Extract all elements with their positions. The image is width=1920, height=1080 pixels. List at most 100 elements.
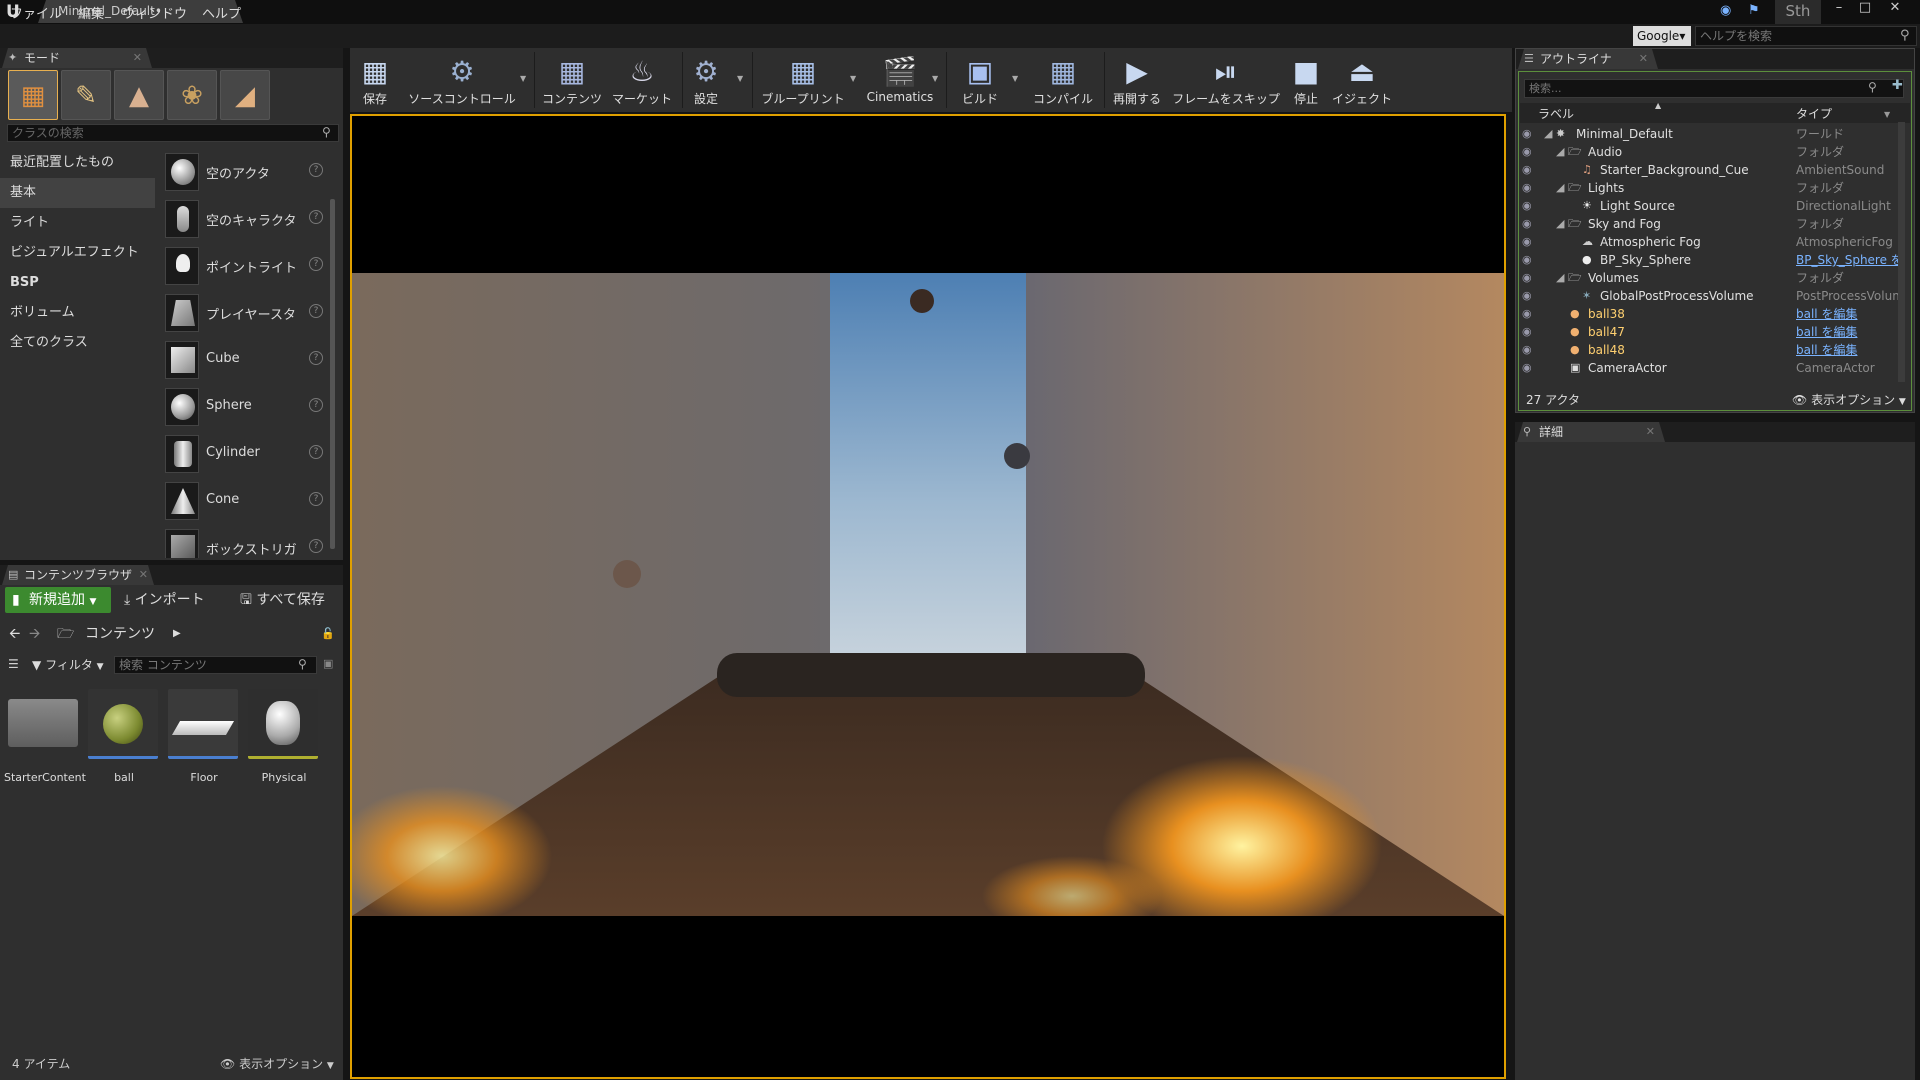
help-search-input[interactable]: ヘルプを検索 <box>1695 26 1917 46</box>
place-list-scrollbar[interactable] <box>330 199 335 549</box>
edit-blueprint-link[interactable]: ball を編集 <box>1796 323 1906 341</box>
help-icon[interactable]: ? <box>309 304 323 318</box>
outliner-row[interactable]: ◉ ● ball38 ball を編集 <box>1520 305 1912 323</box>
mode-paint-button[interactable]: ✎ <box>61 70 111 120</box>
eye-icon[interactable]: ◉ <box>1522 215 1532 233</box>
eye-icon[interactable]: ◉ <box>1522 305 1532 323</box>
tab-content-browser[interactable]: ▤ コンテンツブラウザ ✕ <box>2 565 154 585</box>
chevron-down-icon[interactable]: ▼ <box>520 74 526 83</box>
resume-button[interactable]: ▶ 再開する <box>1108 48 1166 112</box>
chevron-down-icon[interactable]: ▼ <box>737 74 743 83</box>
mode-foliage-button[interactable]: ❀ <box>167 70 217 120</box>
restore-button[interactable]: □ <box>1852 0 1878 20</box>
view-options-button[interactable]: 👁 表示オプション ▼ <box>1792 391 1906 408</box>
category-bsp[interactable]: BSP <box>0 268 155 298</box>
expand-arrow-icon[interactable]: ◢ <box>1556 218 1568 230</box>
outliner-search-input[interactable]: 検索... <box>1524 79 1904 98</box>
place-item-empty-actor[interactable]: 空のアクタ? <box>162 150 325 195</box>
help-icon[interactable]: ? <box>309 445 323 459</box>
eye-icon[interactable]: ◉ <box>1522 359 1532 377</box>
chevron-down-icon[interactable]: ▼ <box>850 74 856 83</box>
menu-edit[interactable]: 編集 <box>78 3 104 22</box>
outliner-row[interactable]: ◉ ▣ CameraActor CameraActor <box>1520 359 1912 377</box>
help-icon[interactable]: ? <box>309 398 323 412</box>
category-visual-effects[interactable]: ビジュアルエフェクト <box>0 238 155 268</box>
cinematics-button[interactable]: 🎬 Cinematics <box>862 48 938 112</box>
outliner-row[interactable]: ◉ ◢ ✸ Minimal_Default ワールド <box>1520 125 1912 143</box>
place-item-sphere[interactable]: Sphere? <box>162 385 325 430</box>
help-icon[interactable]: ? <box>309 210 323 224</box>
menu-window[interactable]: ウィンドウ <box>122 3 187 22</box>
edit-blueprint-link[interactable]: ball を編集 <box>1796 341 1906 359</box>
view-options-button[interactable]: 👁 表示オプション ▼ <box>220 1055 334 1072</box>
close-icon[interactable]: ✕ <box>139 565 148 585</box>
search-icon[interactable]: ⚲ <box>1868 80 1877 94</box>
eye-icon[interactable]: ◉ <box>1522 161 1532 179</box>
chat-icon[interactable]: ◉ <box>1720 3 1731 18</box>
outliner-row[interactable]: ◉ ◢ 🗁 Sky and Fog フォルダ <box>1520 215 1912 233</box>
chevron-right-icon[interactable]: ▶ <box>173 621 181 647</box>
outliner-row[interactable]: ◉ ● BP_Sky_Sphere BP_Sky_Sphere を <box>1520 251 1912 269</box>
edit-blueprint-link[interactable]: ball を編集 <box>1796 305 1906 323</box>
place-item-empty-character[interactable]: 空のキャラクタ? <box>162 197 325 242</box>
mode-geometry-button[interactable]: ◢ <box>220 70 270 120</box>
minimize-button[interactable]: – <box>1826 0 1852 20</box>
eye-icon[interactable]: ◉ <box>1522 233 1532 251</box>
close-icon[interactable]: ✕ <box>1639 49 1648 69</box>
outliner-row[interactable]: ◉ ✶ GlobalPostProcessVolume PostProcessVolu… <box>1520 287 1912 305</box>
content-button[interactable]: ▦ コンテンツ <box>540 48 604 112</box>
mode-landscape-button[interactable]: ▲ <box>114 70 164 120</box>
chevron-down-icon[interactable]: ▼ <box>1012 74 1018 83</box>
column-label-header[interactable]: ラベル <box>1538 105 1574 122</box>
tab-details[interactable]: ⚲ 詳細 ✕ <box>1517 422 1665 442</box>
outliner-row[interactable]: ◉ ◢ 🗁 Audio フォルダ <box>1520 143 1912 161</box>
search-icon[interactable]: ⚲ <box>1900 28 1910 43</box>
place-item-box-trigger[interactable]: ボックストリガ? <box>162 526 325 558</box>
expand-arrow-icon[interactable]: ◢ <box>1556 146 1568 158</box>
help-icon[interactable]: ? <box>309 163 323 177</box>
search-icon[interactable]: ⚲ <box>322 125 331 139</box>
eye-icon[interactable]: ◉ <box>1522 197 1532 215</box>
category-lights[interactable]: ライト <box>0 208 155 238</box>
place-item-cube[interactable]: Cube? <box>162 338 325 383</box>
level-viewport[interactable] <box>350 114 1506 1079</box>
forward-arrow-icon[interactable]: 🡪 <box>29 621 40 647</box>
close-icon[interactable]: ✕ <box>1646 422 1655 442</box>
back-arrow-icon[interactable]: 🡨 <box>9 621 20 647</box>
notification-icon[interactable]: ⚑ <box>1748 3 1760 18</box>
expand-arrow-icon[interactable]: ◢ <box>1544 128 1556 140</box>
sources-toggle-icon[interactable]: ☰ <box>8 657 19 671</box>
outliner-row[interactable]: ◉ ♫ Starter_Background_Cue AmbientSound <box>1520 161 1912 179</box>
category-volumes[interactable]: ボリューム <box>0 298 155 328</box>
expand-arrow-icon[interactable]: ◢ <box>1556 272 1568 284</box>
save-all-button[interactable]: 🖫 すべて保存 <box>240 587 325 613</box>
close-button[interactable]: ✕ <box>1882 0 1908 20</box>
blueprints-button[interactable]: ▦ ブループリント <box>758 48 848 112</box>
outliner-row[interactable]: ◉ ◢ 🗁 Volumes フォルダ <box>1520 269 1912 287</box>
source-control-button[interactable]: ⚙ ソースコントロール <box>406 48 518 112</box>
search-icon[interactable]: ⚲ <box>298 657 307 671</box>
place-item-cone[interactable]: Cone? <box>162 479 325 524</box>
filter-dropdown[interactable]: ▼ フィルタ ▼ <box>32 656 104 676</box>
asset-physical[interactable]: Physical <box>248 689 320 785</box>
eye-icon[interactable]: ◉ <box>1522 269 1532 287</box>
outliner-row[interactable]: ◉ ☁ Atmospheric Fog AtmosphericFog <box>1520 233 1912 251</box>
category-all-classes[interactable]: 全てのクラス <box>0 328 155 358</box>
outliner-scrollbar[interactable] <box>1898 122 1905 382</box>
mode-place-button[interactable]: ▦ <box>8 70 58 120</box>
eye-icon[interactable]: ◉ <box>1522 251 1532 269</box>
save-search-icon[interactable]: ▣ <box>323 657 333 670</box>
eject-button[interactable]: ⏏ イジェクト <box>1330 48 1394 112</box>
eye-icon[interactable]: ◉ <box>1522 287 1532 305</box>
place-item-point-light[interactable]: ポイントライト? <box>162 244 325 289</box>
help-icon[interactable]: ? <box>309 351 323 365</box>
help-icon[interactable]: ? <box>309 492 323 506</box>
menu-help[interactable]: ヘルプ <box>202 3 241 22</box>
column-type-header[interactable]: タイプ <box>1796 105 1832 122</box>
eye-icon[interactable]: ◉ <box>1522 143 1532 161</box>
asset-folder-startercontent[interactable]: StarterContent <box>4 689 86 785</box>
category-recent[interactable]: 最近配置したもの <box>0 148 155 178</box>
stop-button[interactable]: ■ 停止 <box>1286 48 1326 112</box>
asset-ball[interactable]: ball <box>88 689 160 785</box>
content-search-input[interactable]: 検索 コンテンツ <box>114 656 317 674</box>
